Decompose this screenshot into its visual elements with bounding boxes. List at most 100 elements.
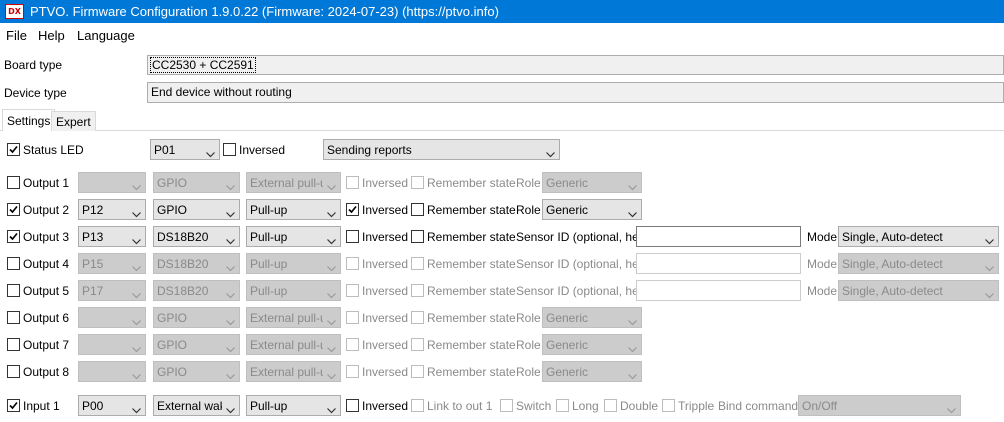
output-5-pin-select[interactable]: P17 (78, 280, 146, 301)
chevron-down-icon (226, 403, 235, 415)
status-led-inversed-checkbox[interactable] (223, 143, 236, 156)
input-1-pin-select[interactable]: P00 (78, 395, 146, 416)
status-led-checkbox[interactable] (7, 143, 20, 156)
output-4-remember-checkbox[interactable] (411, 257, 424, 270)
output-7-inversed-checkbox[interactable] (346, 338, 359, 351)
output-4-inversed-checkbox[interactable] (346, 257, 359, 270)
output-3-sensor-id-input[interactable] (636, 226, 801, 247)
input-1-long-checkbox[interactable] (556, 399, 569, 412)
output-4-pull-select[interactable]: Pull-up (246, 253, 341, 274)
input-1-pull-select[interactable]: Pull-up (246, 395, 341, 416)
device-type-field[interactable]: End device without routing (147, 82, 1004, 103)
output-5-pull-select[interactable]: Pull-up (246, 280, 341, 301)
output-7-role-label: Role (516, 338, 541, 352)
status-led-pin-select[interactable]: P01 (150, 139, 220, 160)
output-7-checkbox[interactable] (7, 338, 20, 351)
output-8-checkbox[interactable] (7, 365, 20, 378)
chevron-down-icon (226, 315, 235, 327)
input-1-type-select[interactable]: External wake (153, 395, 240, 416)
output-2-pull-select[interactable]: Pull-up (246, 199, 341, 220)
output-1-inversed-checkbox[interactable] (346, 176, 359, 189)
output-6-pin-select[interactable] (78, 307, 146, 328)
input-1-link-checkbox[interactable] (411, 399, 424, 412)
output-8-inversed-checkbox[interactable] (346, 365, 359, 378)
output-5-inversed-checkbox[interactable] (346, 284, 359, 297)
output-8-pin-select[interactable] (78, 361, 146, 382)
output-5-sensor-id-input[interactable] (636, 280, 801, 301)
output-4-mode-select[interactable]: Single, Auto-detect (838, 253, 999, 274)
output-3-pull-select[interactable]: Pull-up (246, 226, 341, 247)
output-6-pull-select[interactable]: External pull-up (246, 307, 341, 328)
app-icon: DX (5, 4, 24, 19)
chevron-down-icon (132, 288, 141, 300)
output-3-pin-select[interactable]: P13 (78, 226, 146, 247)
output-1-pull-select[interactable]: External pull-up (246, 172, 341, 193)
output-6-type-select[interactable]: GPIO (153, 307, 240, 328)
output-5-sensor-id-label: Sensor ID (optional, hex) (516, 284, 649, 298)
output-1-type-select[interactable]: GPIO (153, 172, 240, 193)
output-5-checkbox[interactable] (7, 284, 20, 297)
output-7-type-select[interactable]: GPIO (153, 334, 240, 355)
output-1-checkbox[interactable] (7, 176, 20, 189)
output-4-type-select[interactable]: DS18B20 (153, 253, 240, 274)
input-1-checkbox[interactable] (7, 399, 20, 412)
output-2-pin-select-value: P12 (82, 203, 104, 217)
output-3-mode-label: Mode (807, 230, 838, 244)
output-5-mode-select[interactable]: Single, Auto-detect (838, 280, 999, 301)
output-5-type-select[interactable]: DS18B20 (153, 280, 240, 301)
tab-settings[interactable]: Settings (2, 109, 56, 131)
output-6-remember-checkbox[interactable] (411, 311, 424, 324)
output-1-remember-checkbox[interactable] (411, 176, 424, 189)
output-7-remember-checkbox[interactable] (411, 338, 424, 351)
output-7-pin-select[interactable] (78, 334, 146, 355)
output-1-role-label: Role (516, 176, 541, 190)
output-8-type-select[interactable]: GPIO (153, 361, 240, 382)
chevron-down-icon (327, 342, 336, 354)
menu-file[interactable]: File (6, 28, 27, 43)
output-3-type-select[interactable]: DS18B20 (153, 226, 240, 247)
input-1-triple-checkbox[interactable] (662, 399, 675, 412)
input-1-bind-command-select[interactable]: On/Off (798, 395, 961, 416)
output-3-remember-label: Remember state (427, 230, 516, 244)
output-4-type-select-value: DS18B20 (157, 257, 209, 271)
output-3-checkbox[interactable] (7, 230, 20, 243)
input-1-inversed-checkbox[interactable] (346, 399, 359, 412)
output-2-inversed-checkbox[interactable] (346, 203, 359, 216)
chevron-down-icon (327, 369, 336, 381)
output-4-pin-select[interactable]: P15 (78, 253, 146, 274)
input-1-switch-checkbox[interactable] (500, 399, 513, 412)
output-7-role-select[interactable]: Generic (542, 334, 642, 355)
output-4-sensor-id-input[interactable] (636, 253, 801, 274)
status-led-mode-select[interactable]: Sending reports (323, 139, 560, 160)
output-1-role-select-value: Generic (546, 176, 589, 190)
output-2-role-select[interactable]: Generic (542, 199, 642, 220)
output-8-remember-checkbox[interactable] (411, 365, 424, 378)
output-2-remember-checkbox[interactable] (411, 203, 424, 216)
output-6-pull-select-value: External pull-up (250, 311, 323, 325)
output-3-remember-checkbox[interactable] (411, 230, 424, 243)
output-5-remember-checkbox[interactable] (411, 284, 424, 297)
output-3-inversed-checkbox[interactable] (346, 230, 359, 243)
tab-expert[interactable]: Expert (51, 111, 96, 131)
output-6-checkbox[interactable] (7, 311, 20, 324)
tab-divider (0, 130, 1004, 131)
board-type-field[interactable]: CC2530 + CC2591 (147, 55, 1004, 75)
output-8-role-label: Role (516, 365, 541, 379)
chevron-down-icon (226, 342, 235, 354)
output-3-mode-select[interactable]: Single, Auto-detect (838, 226, 999, 247)
chevron-down-icon (132, 403, 141, 415)
output-1-role-select[interactable]: Generic (542, 172, 642, 193)
output-8-pull-select[interactable]: External pull-up (246, 361, 341, 382)
output-2-checkbox[interactable] (7, 203, 20, 216)
menu-help[interactable]: Help (38, 28, 65, 43)
input-1-double-checkbox[interactable] (604, 399, 617, 412)
output-6-role-select[interactable]: Generic (542, 307, 642, 328)
output-6-inversed-checkbox[interactable] (346, 311, 359, 324)
output-4-checkbox[interactable] (7, 257, 20, 270)
output-8-role-select[interactable]: Generic (542, 361, 642, 382)
output-2-type-select[interactable]: GPIO (153, 199, 240, 220)
output-1-pin-select[interactable] (78, 172, 146, 193)
output-7-pull-select[interactable]: External pull-up (246, 334, 341, 355)
menu-language[interactable]: Language (77, 28, 135, 43)
output-2-pin-select[interactable]: P12 (78, 199, 146, 220)
